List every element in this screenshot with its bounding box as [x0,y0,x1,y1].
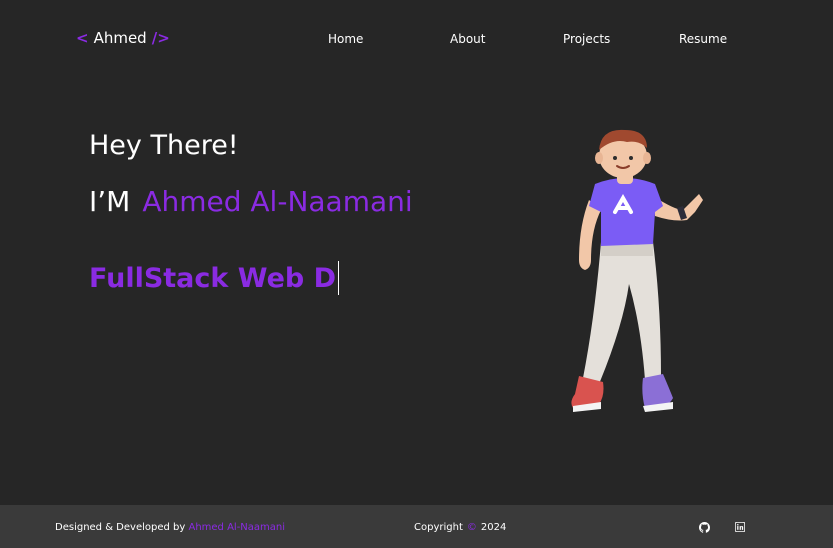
footer-copyright-label: Copyright [414,522,463,533]
typewriter-cursor [338,261,340,295]
avatar-illustration [571,129,703,412]
hero-intro: I’M Ahmed Al-Naamani [89,185,413,218]
nav-resume[interactable]: Resume [679,31,727,47]
linkedin-icon-glyph [735,522,745,532]
footer-copyright-year: 2024 [480,522,507,533]
nav-projects[interactable]: Projects [563,31,610,47]
typewriter-text: FullStack Web D [89,261,340,295]
linkedin-icon[interactable] [733,520,747,534]
nav-home[interactable]: Home [328,31,363,47]
main-nav: Home About Projects Resume [0,31,833,47]
footer-copyright: Copyright © 2024 [414,522,506,533]
github-icon-glyph [698,521,710,533]
hero-intro-prefix: I’M [89,185,131,218]
nav-about[interactable]: About [450,31,485,47]
footer-credit-author[interactable]: Ahmed Al-Naamani [188,522,285,533]
footer-credit-prefix: Designed & Developed by [55,522,186,533]
hero-greeting: Hey There! [89,130,239,161]
github-icon[interactable] [697,520,711,534]
footer-credit: Designed & Developed by Ahmed Al-Naamani [55,522,285,533]
typewriter-value: FullStack Web D [89,262,337,294]
hero-intro-name: Ahmed Al-Naamani [142,185,413,218]
copyright-symbol: © [466,522,477,533]
site-footer: Designed & Developed by Ahmed Al-Naamani… [0,505,833,548]
